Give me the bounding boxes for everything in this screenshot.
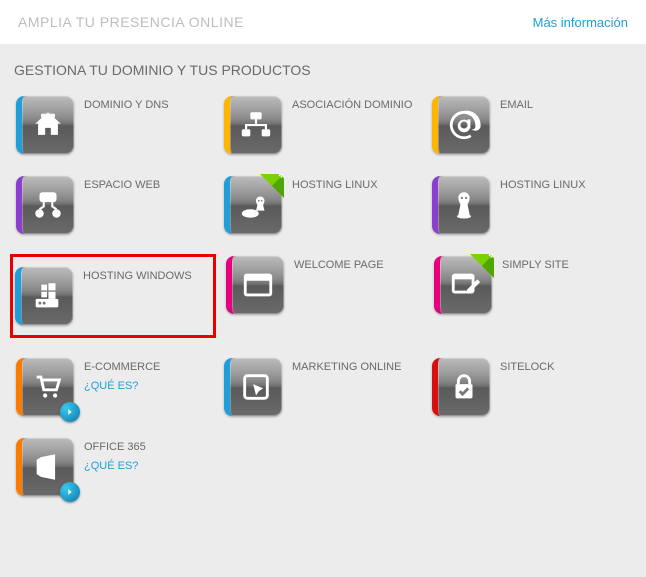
card-label: HOSTING WINDOWS	[83, 267, 192, 283]
browser-window-icon	[226, 256, 284, 314]
card-hosting-linux-new[interactable]: HOSTING LINUX	[222, 174, 422, 236]
info-arrow-badge[interactable]	[60, 402, 80, 422]
penguin-icon	[432, 176, 490, 234]
card-hosting-linux[interactable]: HOSTING LINUX	[430, 174, 630, 236]
pencil-browser-icon	[434, 256, 492, 314]
card-label: SIMPLY SITE	[502, 256, 569, 272]
at-icon	[432, 96, 490, 154]
network-icon	[224, 96, 282, 154]
card-marketing-online[interactable]: MARKETING ONLINE	[222, 356, 422, 418]
card-asociacion-dominio[interactable]: ASOCIACIÓN DOMINIO	[222, 94, 422, 156]
card-hosting-windows[interactable]: HOSTING WINDOWS	[10, 254, 216, 338]
cursor-window-icon	[224, 358, 282, 416]
card-label: SITELOCK	[500, 358, 554, 374]
banner-title: AMPLIA TU PRESENCIA ONLINE	[18, 14, 244, 30]
card-label: ESPACIO WEB	[84, 176, 160, 192]
promo-banner: AMPLIA TU PRESENCIA ONLINE Más informaci…	[0, 0, 646, 44]
card-label: HOSTING LINUX	[292, 176, 378, 192]
card-label: HOSTING LINUX	[500, 176, 586, 192]
cart-icon	[16, 358, 74, 416]
what-is-link[interactable]: ¿QUÉ ES?	[84, 380, 160, 392]
lock-check-icon	[432, 358, 490, 416]
what-is-link[interactable]: ¿QUÉ ES?	[84, 460, 146, 472]
card-label: WELCOME PAGE	[294, 256, 384, 272]
card-email[interactable]: EMAIL	[430, 94, 630, 156]
more-info-link[interactable]: Más información	[533, 15, 628, 30]
card-welcome-page[interactable]: WELCOME PAGE	[224, 254, 424, 338]
card-label: MARKETING ONLINE	[292, 358, 401, 374]
windows-server-icon	[15, 267, 73, 325]
card-label: E-COMMERCE	[84, 358, 160, 374]
card-label: ASOCIACIÓN DOMINIO	[292, 96, 412, 112]
card-simply-site[interactable]: SIMPLY SITE	[432, 254, 632, 338]
card-dominio-dns[interactable]: DOMINIO Y DNS	[14, 94, 214, 156]
product-grid: DOMINIO Y DNS ASOCIACIÓN DOMINIO EMAIL E…	[0, 94, 646, 498]
penguin-cloud-icon	[224, 176, 282, 234]
card-label: DOMINIO Y DNS	[84, 96, 169, 112]
card-espacio-web[interactable]: ESPACIO WEB	[14, 174, 214, 236]
section-title: GESTIONA TU DOMINIO Y TUS PRODUCTOS	[0, 62, 646, 94]
server-nodes-icon	[16, 176, 74, 234]
info-arrow-badge[interactable]	[60, 482, 80, 502]
card-label: OFFICE 365	[84, 438, 146, 454]
card-ecommerce[interactable]: E-COMMERCE ¿QUÉ ES?	[14, 356, 214, 418]
card-office365[interactable]: OFFICE 365 ¿QUÉ ES?	[14, 436, 214, 498]
office-icon	[16, 438, 74, 496]
house-www-icon	[16, 96, 74, 154]
card-sitelock[interactable]: SITELOCK	[430, 356, 630, 418]
card-label: EMAIL	[500, 96, 533, 112]
